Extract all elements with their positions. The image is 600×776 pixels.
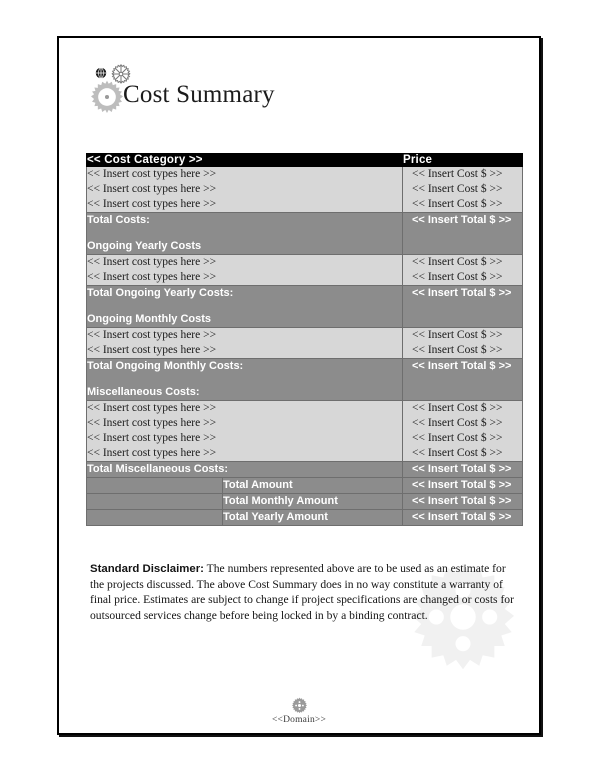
cost-price-value: << Insert Cost $ >>: [412, 432, 503, 444]
page-footer: <<Domain>>: [59, 697, 539, 725]
section-subheading: Ongoing Yearly Costs: [87, 240, 202, 252]
table-row: << Insert cost types here >> << Insert c…: [86, 166, 523, 213]
cost-prices-cell: << Insert Cost $ >> << Insert Cost $ >> …: [402, 166, 523, 213]
cost-price-value: << Insert Cost $ >>: [412, 271, 503, 283]
footer-domain-label: <<Domain>>: [271, 715, 327, 725]
section-subheading: Ongoing Monthly Costs: [87, 313, 212, 325]
cost-items-cell: << Insert cost types here >> << Insert c…: [86, 254, 403, 286]
cost-prices-cell: << Insert Cost $ >> << Insert Cost $ >>: [402, 254, 523, 286]
cost-type-label: << Insert cost types here >>: [87, 447, 217, 459]
cost-price-value: << Insert Cost $ >>: [412, 344, 503, 356]
cost-type-label: << Insert cost types here >>: [87, 432, 217, 444]
summary-label-cell: Total Amount: [222, 477, 403, 494]
cost-type-label: << Insert cost types here >>: [87, 329, 217, 341]
title-block: Cost Summary: [90, 64, 510, 128]
summary-spacer-cell: [86, 493, 223, 510]
total-label-cell: Total Ongoing Yearly Costs: Ongoing Mont…: [86, 285, 403, 328]
table-row: Total Yearly Amount << Insert Total $ >>: [86, 509, 523, 526]
column-header-category: << Cost Category >>: [86, 153, 403, 167]
table-row: << Insert cost types here >> << Insert c…: [86, 327, 523, 359]
total-label: Total Costs:: [87, 214, 150, 226]
standard-disclaimer: Standard Disclaimer: The numbers represe…: [90, 561, 514, 623]
total-label-cell: Total Costs: Ongoing Yearly Costs: [86, 212, 403, 255]
table-row: << Insert cost types here >> << Insert c…: [86, 254, 523, 286]
cost-price-value: << Insert Cost $ >>: [412, 447, 503, 459]
total-label: Total Miscellaneous Costs:: [87, 463, 228, 475]
cost-price-value: << Insert Cost $ >>: [412, 183, 503, 195]
summary-price-cell: << Insert Total $ >>: [402, 493, 523, 510]
table-row: Total Ongoing Monthly Costs: Miscellaneo…: [86, 358, 523, 401]
cost-price-value: << Insert Cost $ >>: [412, 329, 503, 341]
total-price-cell: << Insert Total $ >>: [402, 212, 523, 255]
summary-spacer-cell: [86, 477, 223, 494]
cost-price-value: << Insert Cost $ >>: [412, 256, 503, 268]
table-row: << Insert cost types here >> << Insert c…: [86, 400, 523, 462]
cost-summary-table: << Cost Category >> Price << Insert cost…: [86, 153, 523, 526]
total-label: Total Ongoing Yearly Costs:: [87, 287, 234, 299]
gear-large-light-icon: [91, 80, 123, 113]
cost-type-label: << Insert cost types here >>: [87, 168, 217, 180]
cost-items-cell: << Insert cost types here >> << Insert c…: [86, 327, 403, 359]
cost-type-label: << Insert cost types here >>: [87, 183, 217, 195]
summary-price-cell: << Insert Total $ >>: [402, 509, 523, 526]
total-label-cell: Total Miscellaneous Costs:: [86, 461, 403, 478]
table-row: Total Costs: Ongoing Yearly Costs << Ins…: [86, 212, 523, 255]
total-label: Total Ongoing Monthly Costs:: [87, 360, 244, 372]
footer-gear-icon: [291, 697, 307, 714]
total-price-cell: << Insert Total $ >>: [402, 285, 523, 328]
cost-price-value: << Insert Cost $ >>: [412, 168, 503, 180]
table-row: Total Miscellaneous Costs: << Insert Tot…: [86, 461, 523, 478]
cost-items-cell: << Insert cost types here >> << Insert c…: [86, 166, 403, 213]
summary-spacer-cell: [86, 509, 223, 526]
cost-prices-cell: << Insert Cost $ >> << Insert Cost $ >>: [402, 327, 523, 359]
table-row: Total Amount << Insert Total $ >>: [86, 477, 523, 494]
table-row: Total Ongoing Yearly Costs: Ongoing Mont…: [86, 285, 523, 328]
cost-type-label: << Insert cost types here >>: [87, 256, 217, 268]
cost-price-value: << Insert Cost $ >>: [412, 402, 503, 414]
cost-prices-cell: << Insert Cost $ >> << Insert Cost $ >> …: [402, 400, 523, 462]
summary-price-cell: << Insert Total $ >>: [402, 477, 523, 494]
document-page: Cost Summary << Cost Category >> Price <…: [57, 36, 541, 735]
cost-type-label: << Insert cost types here >>: [87, 271, 217, 283]
table-header-row: << Cost Category >> Price: [86, 153, 523, 167]
section-subheading: Miscellaneous Costs:: [87, 386, 200, 398]
summary-label-cell: Total Monthly Amount: [222, 493, 403, 510]
column-header-price: Price: [402, 153, 523, 167]
gear-small-dark-icon: [95, 67, 107, 79]
summary-label-cell: Total Yearly Amount: [222, 509, 403, 526]
page-title: Cost Summary: [123, 81, 275, 108]
total-label-cell: Total Ongoing Monthly Costs: Miscellaneo…: [86, 358, 403, 401]
cost-items-cell: << Insert cost types here >> << Insert c…: [86, 400, 403, 462]
cost-type-label: << Insert cost types here >>: [87, 402, 217, 414]
table-row: Total Monthly Amount << Insert Total $ >…: [86, 493, 523, 510]
total-price-cell: << Insert Total $ >>: [402, 358, 523, 401]
cost-price-value: << Insert Cost $ >>: [412, 417, 503, 429]
disclaimer-lead: Standard Disclaimer:: [90, 563, 204, 575]
cost-type-label: << Insert cost types here >>: [87, 198, 217, 210]
cost-type-label: << Insert cost types here >>: [87, 344, 217, 356]
total-price-cell: << Insert Total $ >>: [402, 461, 523, 478]
cost-price-value: << Insert Cost $ >>: [412, 198, 503, 210]
cost-type-label: << Insert cost types here >>: [87, 417, 217, 429]
